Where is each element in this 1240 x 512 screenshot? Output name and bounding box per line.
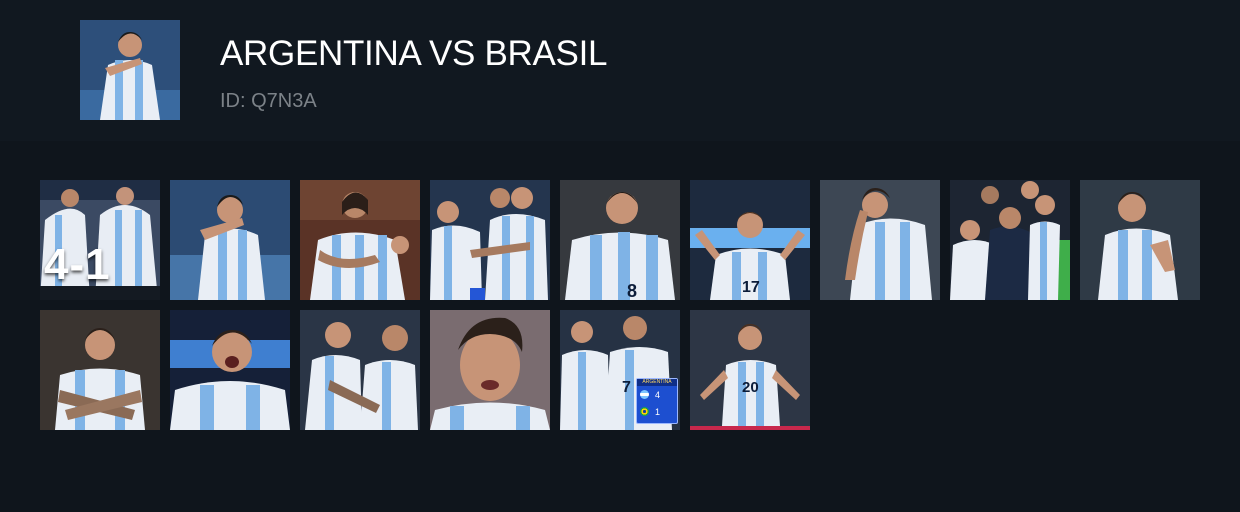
photo-thumbnail[interactable] [170, 180, 290, 300]
brazil-flag-icon [640, 407, 649, 416]
photo-thumbnail[interactable] [430, 310, 550, 430]
photo-grid: 4-1 8 17 7 ARGENTINA 4 1 20 [40, 180, 1200, 430]
photo-thumbnail[interactable] [820, 180, 940, 300]
photo-thumbnail[interactable] [300, 310, 420, 430]
photo-thumbnail[interactable] [950, 180, 1070, 300]
album-cover-thumbnail[interactable] [80, 20, 180, 120]
argentina-flag-icon [640, 390, 649, 399]
home-score: 4 [655, 389, 661, 400]
photo-thumbnail[interactable] [1080, 180, 1200, 300]
album-header: ARGENTINA VS BRASIL ID: Q7N3A [0, 0, 1240, 141]
photo-thumbnail[interactable] [300, 180, 420, 300]
home-score-row: 4 [637, 386, 677, 403]
score-badge-header: ARGENTINA [637, 379, 677, 386]
scoreline-overlay: 4-1 [44, 240, 111, 289]
photo-thumbnail[interactable]: 7 ARGENTINA 4 1 [560, 310, 680, 430]
jersey-number-8: 8 [627, 281, 637, 300]
photo-thumbnail[interactable] [430, 180, 550, 300]
jersey-number-7: 7 [622, 379, 631, 396]
away-score-row: 1 [637, 403, 677, 420]
score-badge: ARGENTINA 4 1 [636, 378, 678, 424]
away-score: 1 [655, 406, 661, 417]
photo-thumbnail[interactable]: 20 [690, 310, 810, 430]
jersey-number-20: 20 [742, 379, 759, 396]
photo-thumbnail[interactable] [40, 310, 160, 430]
jersey-number-17: 17 [742, 279, 760, 296]
photo-thumbnail[interactable]: 4-1 [40, 180, 160, 300]
photo-thumbnail[interactable] [170, 310, 290, 430]
photo-thumbnail[interactable]: 8 [560, 180, 680, 300]
album-id: ID: Q7N3A [220, 90, 317, 112]
album-title: ARGENTINA VS BRASIL [220, 34, 608, 73]
photo-thumbnail[interactable]: 17 [690, 180, 810, 300]
